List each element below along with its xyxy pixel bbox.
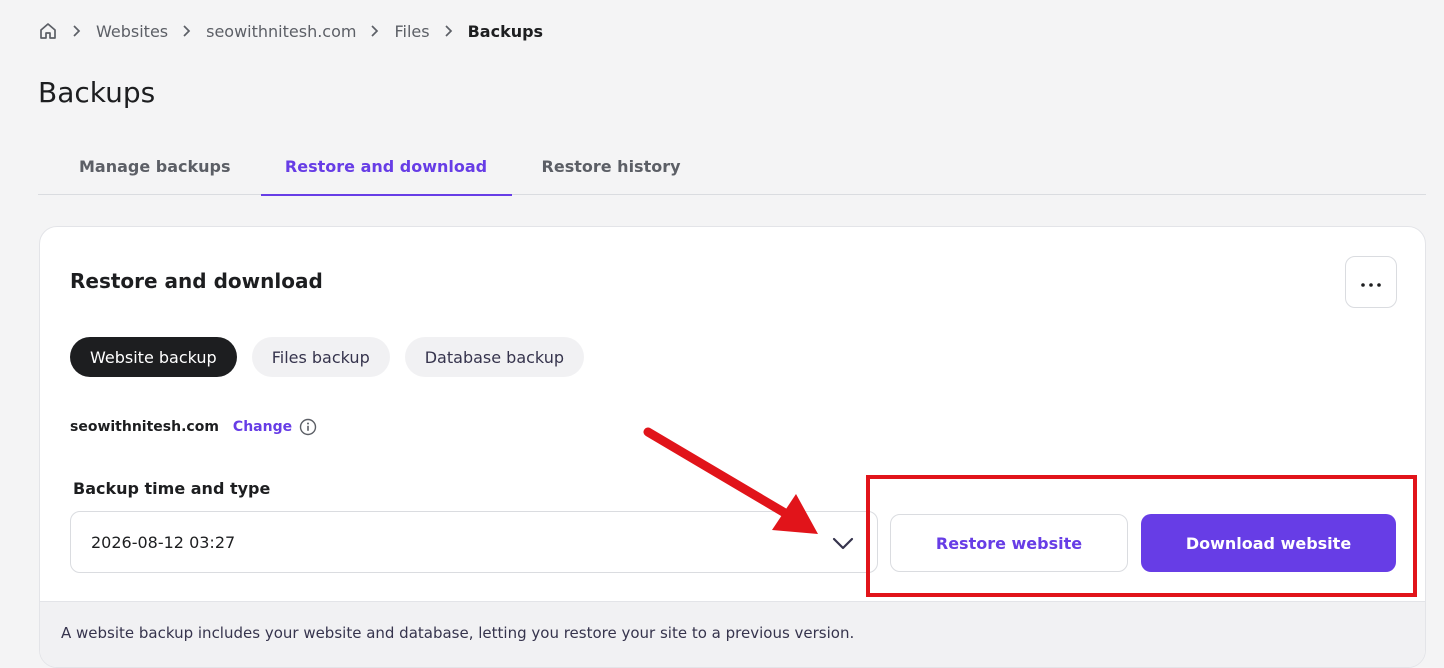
- breadcrumb-item-websites[interactable]: Websites: [96, 22, 168, 41]
- tab-bar: Manage backups Restore and download Rest…: [38, 137, 1426, 196]
- page: Websites seowithnitesh.com Files Backups…: [0, 0, 1444, 668]
- chevron-right-icon: [370, 24, 380, 38]
- chevron-down-icon: [831, 533, 855, 553]
- restore-download-card: Restore and download Website backup File…: [39, 226, 1426, 668]
- backup-time-value: 2026-08-12 03:27: [91, 532, 236, 552]
- more-options-button[interactable]: [1345, 256, 1397, 308]
- info-icon[interactable]: [299, 418, 317, 436]
- pill-files-backup[interactable]: Files backup: [251, 337, 390, 377]
- backup-time-select[interactable]: 2026-08-12 03:27: [70, 511, 878, 573]
- backup-time-label: Backup time and type: [73, 479, 271, 498]
- tab-manage-backups[interactable]: Manage backups: [38, 137, 261, 195]
- breadcrumb: Websites seowithnitesh.com Files Backups: [38, 19, 557, 43]
- backup-info-note: A website backup includes your website a…: [40, 601, 1425, 667]
- pill-database-backup[interactable]: Database backup: [404, 337, 584, 377]
- chevron-right-icon: [72, 24, 82, 38]
- domain-name: seowithnitesh.com: [70, 419, 219, 435]
- tab-restore-and-download[interactable]: Restore and download: [260, 137, 512, 196]
- breadcrumb-item-files[interactable]: Files: [394, 22, 429, 41]
- backup-type-selector: Website backup Files backup Database bac…: [70, 337, 584, 377]
- download-website-button[interactable]: Download website: [1141, 514, 1396, 572]
- restore-website-button[interactable]: Restore website: [890, 514, 1128, 572]
- tab-restore-history[interactable]: Restore history: [512, 137, 711, 195]
- chevron-right-icon: [444, 24, 454, 38]
- breadcrumb-item-domain[interactable]: seowithnitesh.com: [206, 22, 356, 41]
- more-horizontal-icon: [1360, 273, 1382, 292]
- chevron-right-icon: [182, 24, 192, 38]
- page-title: Backups: [38, 76, 156, 109]
- breadcrumb-current: Backups: [467, 21, 544, 41]
- pill-website-backup[interactable]: Website backup: [70, 337, 237, 377]
- domain-row: seowithnitesh.com Change: [70, 416, 317, 438]
- home-icon[interactable]: [38, 21, 58, 41]
- change-domain-link[interactable]: Change: [233, 419, 292, 435]
- card-title: Restore and download: [70, 269, 323, 293]
